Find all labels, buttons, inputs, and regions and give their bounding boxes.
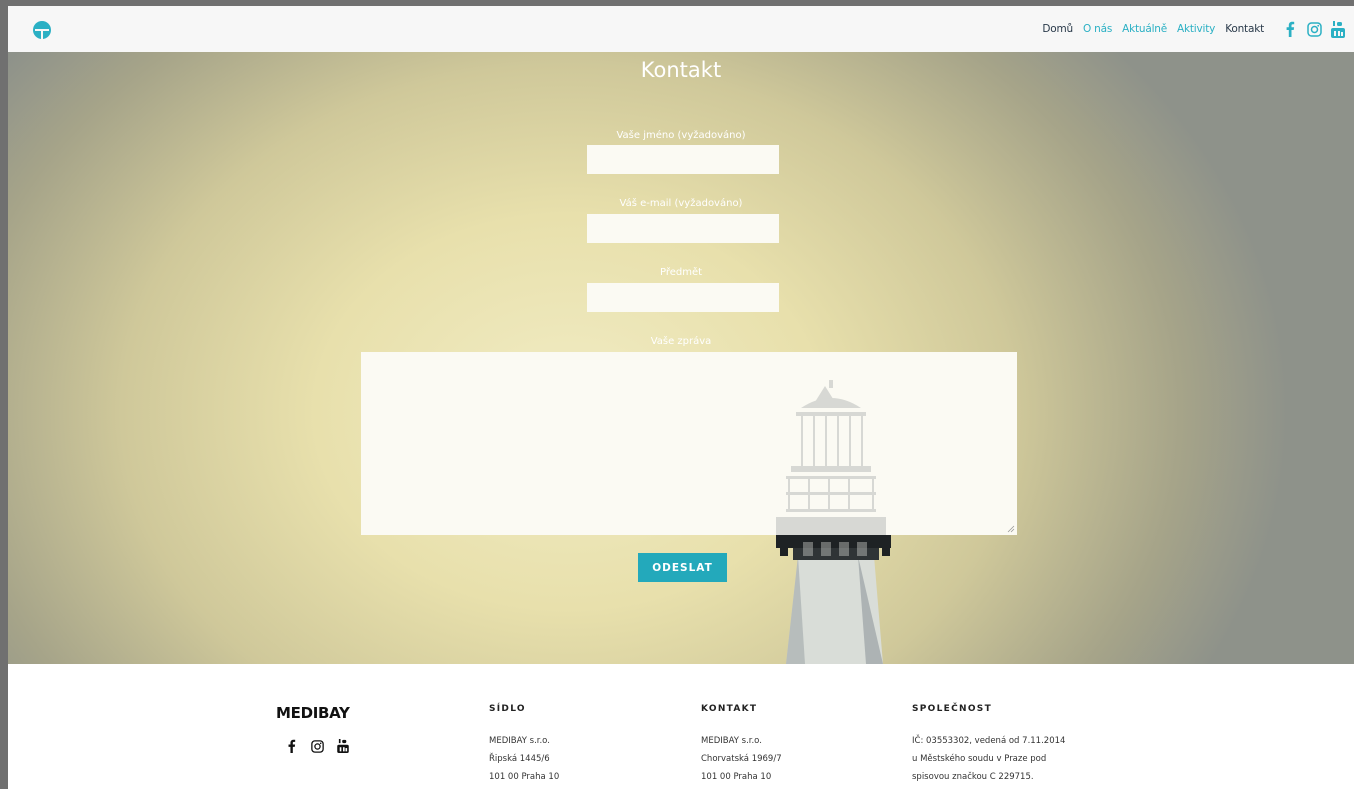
browser-viewport: Domů O nás Aktuálně Aktivity Kontakt Kon… (8, 6, 1354, 789)
kontakt-heading: KONTAKT (701, 704, 758, 714)
site-header: Domů O nás Aktuálně Aktivity Kontakt (8, 6, 1354, 52)
kontakt-line: Chorvatská 1969/7 (701, 754, 782, 764)
spolecnost-line: IČ: 03553302, vedená od 7.11.2014 (912, 736, 1066, 746)
sidlo-line: MEDIBAY s.r.o. (489, 736, 550, 746)
email-field[interactable] (587, 214, 779, 243)
spolecnost-line: u Městského soudu v Praze pod (912, 754, 1047, 764)
lighthouse-lantern-overlay (776, 380, 886, 535)
message-label: Vaše zpráva (650, 336, 712, 347)
resize-grip-icon[interactable] (1007, 525, 1015, 533)
site-footer: MEDIBAY SÍDLO MEDIBAY s.r.o. Řipská 1445… (8, 664, 1354, 789)
sidlo-line: Řipská 1445/6 (489, 754, 550, 764)
spolecnost-line: spisovou značkou C 229715. (912, 772, 1034, 782)
nav-item-aktualne[interactable]: Aktuálně (1122, 23, 1167, 35)
logo-icon[interactable] (32, 20, 52, 40)
subject-field[interactable] (587, 283, 779, 312)
nav-item-domu[interactable]: Domů (1042, 23, 1073, 35)
footer-kontakt: KONTAKT MEDIBAY s.r.o. Chorvatská 1969/7… (701, 704, 782, 786)
nav-item-aktivity[interactable]: Aktivity (1177, 23, 1215, 35)
message-textarea[interactable] (361, 352, 1017, 535)
subject-label: Předmět (659, 267, 703, 278)
footer-brand: MEDIBAY (276, 704, 350, 722)
submit-button[interactable]: ODESLAT (638, 553, 727, 582)
nav-item-o-nas[interactable]: O nás (1083, 23, 1112, 35)
facebook-icon[interactable] (1282, 21, 1298, 37)
instagram-icon[interactable] (1306, 21, 1322, 37)
nav-item-kontakt[interactable]: Kontakt (1225, 23, 1264, 35)
footer-sidlo: SÍDLO MEDIBAY s.r.o. Řipská 1445/6 101 0… (489, 704, 559, 786)
email-label: Váš e-mail (vyžadováno) (619, 198, 743, 209)
instagram-icon[interactable] (310, 739, 324, 753)
sidlo-heading: SÍDLO (489, 704, 526, 714)
main-nav: Domů O nás Aktuálně Aktivity Kontakt (1042, 6, 1346, 52)
youtube-icon[interactable] (1330, 20, 1346, 38)
facebook-icon[interactable] (284, 739, 298, 753)
youtube-icon[interactable] (336, 739, 350, 753)
footer-spolecnost: SPOLEČNOST IČ: 03553302, vedená od 7.11.… (912, 704, 1065, 786)
sidlo-line: 101 00 Praha 10 (489, 772, 560, 782)
footer-social (284, 739, 362, 753)
contact-hero: Kontakt Vaše jméno (vyžadováno) Váš e-ma… (8, 52, 1354, 664)
kontakt-line: 101 00 Praha 10 (701, 772, 772, 782)
name-field[interactable] (587, 145, 779, 174)
name-label: Vaše jméno (vyžadováno) (616, 130, 746, 141)
page-title: Kontakt (640, 58, 722, 82)
kontakt-line: MEDIBAY s.r.o. (701, 736, 762, 746)
spolecnost-heading: SPOLEČNOST (912, 704, 993, 714)
